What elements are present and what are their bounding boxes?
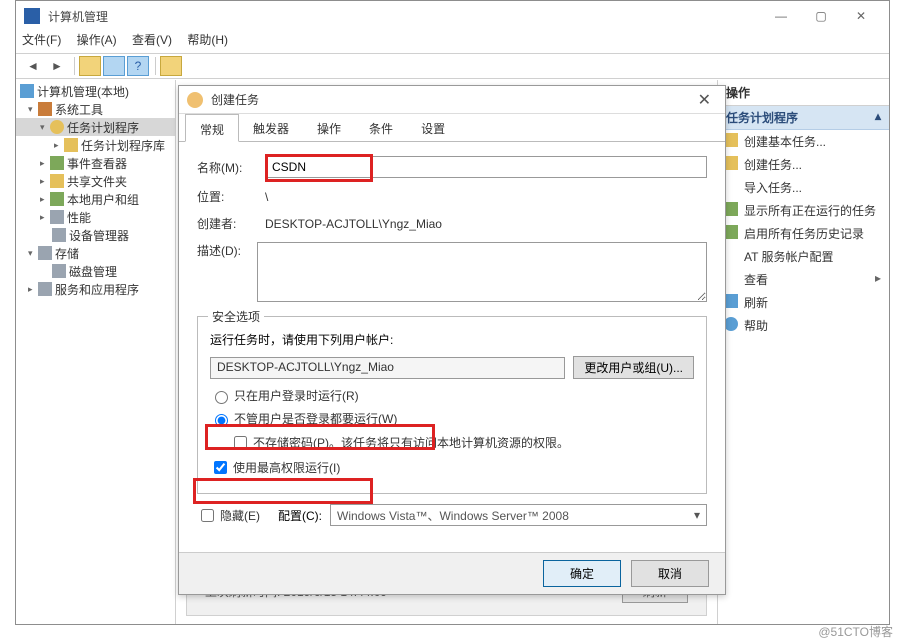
config-select[interactable]: Windows Vista™、Windows Server™ 2008 ▾: [330, 504, 707, 526]
action-show-running[interactable]: 显示所有正在运行的任务: [718, 199, 889, 222]
close-button[interactable]: ✕: [841, 3, 881, 29]
toolbar: ◄ ► ?: [16, 53, 889, 79]
props-icon[interactable]: [79, 56, 101, 76]
dialog-body: 名称(M): 位置: \ 创建者: DESKTOP-ACJTOLL\Yngz_M…: [179, 142, 725, 552]
view-icon[interactable]: [103, 56, 125, 76]
dialog-footer: 确定 取消: [179, 552, 725, 594]
tree-users[interactable]: ▸本地用户和组: [16, 190, 175, 208]
tab-conditions[interactable]: 条件: [355, 114, 407, 141]
radio-always[interactable]: 不管用户是否登录都要运行(W): [210, 410, 694, 427]
actions-pane: 操作 任务计划程序▴ 创建基本任务... 创建任务... 导入任务... 显示所…: [717, 80, 889, 624]
tab-settings[interactable]: 设置: [407, 114, 459, 141]
menu-help[interactable]: 帮助(H): [187, 33, 228, 47]
dialog-close-button[interactable]: ✕: [692, 90, 717, 110]
tree-systools[interactable]: ▾系统工具: [16, 100, 175, 118]
chk-hidden[interactable]: 隐藏(E): [197, 506, 260, 525]
back-icon[interactable]: ◄: [22, 56, 44, 76]
security-group: 安全选项 运行任务时，请使用下列用户帐户: DESKTOP-ACJTOLL\Yn…: [197, 316, 707, 494]
menu-view[interactable]: 查看(V): [132, 33, 172, 47]
creator-label: 创建者:: [197, 215, 265, 232]
desc-input[interactable]: [257, 242, 707, 302]
name-input[interactable]: [265, 156, 707, 178]
user-account-box: DESKTOP-ACJTOLL\Yngz_Miao: [210, 357, 565, 379]
watermark: @51CTO博客: [818, 623, 893, 640]
app-icon: [24, 8, 40, 24]
action-create-basic[interactable]: 创建基本任务...: [718, 130, 889, 153]
minimize-button[interactable]: —: [761, 3, 801, 29]
action-import[interactable]: 导入任务...: [718, 176, 889, 199]
tree-eventviewer[interactable]: ▸事件查看器: [16, 154, 175, 172]
forward-icon[interactable]: ►: [46, 56, 68, 76]
tree-scheduler-lib[interactable]: ▸任务计划程序库: [16, 136, 175, 154]
radio-logged-in[interactable]: 只在用户登录时运行(R): [210, 387, 694, 404]
separator: [74, 57, 75, 75]
extra-icon[interactable]: [160, 56, 182, 76]
config-label: 配置(C):: [278, 507, 322, 524]
actions-section-title: 任务计划程序▴: [718, 106, 889, 130]
tree-scheduler[interactable]: ▾任务计划程序: [16, 118, 175, 136]
create-task-dialog: 创建任务 ✕ 常规 触发器 操作 条件 设置 名称(M): 位置: \ 创建者:…: [178, 85, 726, 595]
tree-pane: 计算机管理(本地) ▾系统工具 ▾任务计划程序 ▸任务计划程序库 ▸事件查看器 …: [16, 80, 176, 624]
tree-shared[interactable]: ▸共享文件夹: [16, 172, 175, 190]
menu-file[interactable]: 文件(F): [22, 33, 61, 47]
location-value: \: [265, 190, 268, 204]
chk-highest-priv[interactable]: 使用最高权限运行(I): [210, 458, 694, 477]
run-as-label: 运行任务时，请使用下列用户帐户:: [210, 331, 694, 348]
help-icon[interactable]: ?: [127, 56, 149, 76]
menu-bar: 文件(F) 操作(A) 查看(V) 帮助(H): [16, 31, 889, 53]
maximize-button[interactable]: ▢: [801, 3, 841, 29]
title-bar: 计算机管理 — ▢ ✕: [16, 1, 889, 31]
action-view[interactable]: 查看▸: [718, 268, 889, 291]
separator: [155, 57, 156, 75]
dialog-titlebar: 创建任务 ✕: [179, 86, 725, 114]
menu-action[interactable]: 操作(A): [77, 33, 117, 47]
name-label: 名称(M):: [197, 159, 265, 176]
action-enable-history[interactable]: 启用所有任务历史记录: [718, 222, 889, 245]
window-title: 计算机管理: [48, 8, 761, 25]
tree-services[interactable]: ▸服务和应用程序: [16, 280, 175, 298]
tab-triggers[interactable]: 触发器: [239, 114, 303, 141]
action-create-task[interactable]: 创建任务...: [718, 153, 889, 176]
tree-perf[interactable]: ▸性能: [16, 208, 175, 226]
tree-root[interactable]: 计算机管理(本地): [16, 82, 175, 100]
tab-actions[interactable]: 操作: [303, 114, 355, 141]
desc-label: 描述(D):: [197, 242, 257, 259]
tab-general[interactable]: 常规: [185, 114, 239, 142]
tree-storage[interactable]: ▾存储: [16, 244, 175, 262]
ok-button[interactable]: 确定: [543, 560, 621, 587]
creator-value: DESKTOP-ACJTOLL\Yngz_Miao: [265, 217, 442, 231]
action-refresh[interactable]: 刷新: [718, 291, 889, 314]
change-user-button[interactable]: 更改用户或组(U)...: [573, 356, 694, 379]
tree-devmgr[interactable]: 设备管理器: [16, 226, 175, 244]
security-legend: 安全选项: [208, 308, 264, 325]
action-at-svc[interactable]: AT 服务帐户配置: [718, 245, 889, 268]
actions-header: 操作: [718, 80, 889, 106]
tree-diskmgr[interactable]: 磁盘管理: [16, 262, 175, 280]
dialog-icon: [187, 92, 203, 108]
action-help[interactable]: 帮助: [718, 314, 889, 337]
dialog-tabs: 常规 触发器 操作 条件 设置: [179, 114, 725, 142]
chk-no-password[interactable]: 不存储密码(P)。该任务将只有访问本地计算机资源的权限。: [230, 433, 694, 452]
dialog-title: 创建任务: [211, 91, 692, 108]
location-label: 位置:: [197, 188, 265, 205]
cancel-button[interactable]: 取消: [631, 560, 709, 587]
chevron-down-icon: ▾: [694, 508, 700, 522]
